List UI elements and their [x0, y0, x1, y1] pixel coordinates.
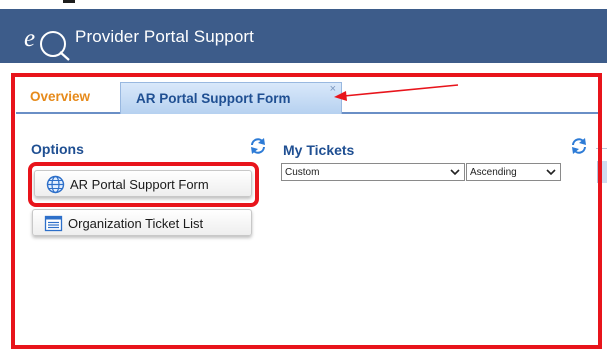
highlight-frame — [11, 73, 602, 349]
highlight-form-button — [28, 162, 259, 207]
svg-text:e: e — [24, 25, 35, 52]
app-title: Provider Portal Support — [75, 27, 254, 46]
eq-logo-icon: e — [24, 25, 70, 61]
top-mark — [63, 0, 75, 3]
top-strip — [0, 0, 607, 9]
app-header: e Provider Portal Support — [0, 9, 607, 63]
